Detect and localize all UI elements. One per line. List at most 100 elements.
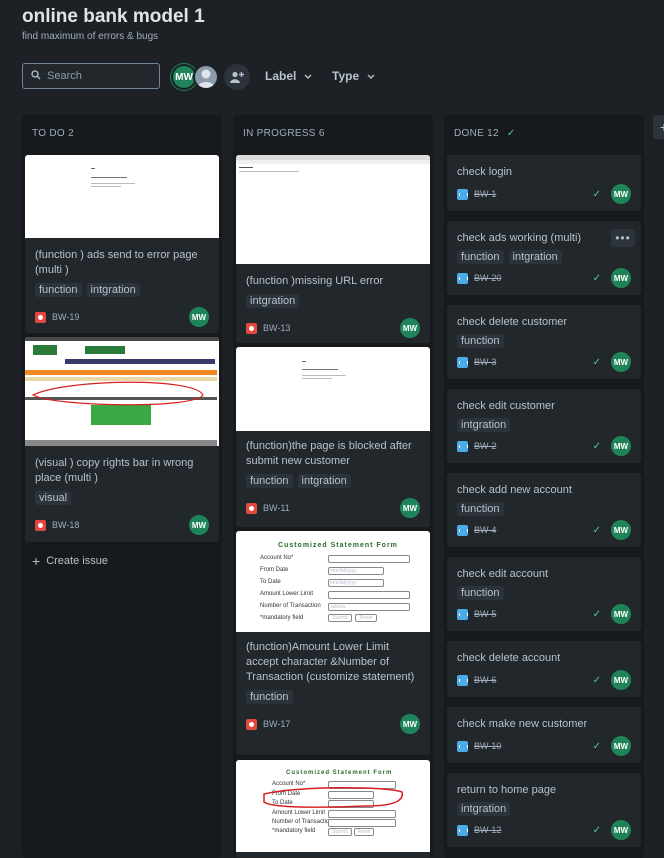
issue-card-bw-5[interactable]: check edit account function BW-5 ✓ MW xyxy=(447,557,641,631)
issue-key: BW-10 xyxy=(457,740,502,752)
issue-card-bw-1[interactable]: check login BW-1 ✓ MW xyxy=(447,155,641,211)
assignee-avatar[interactable]: MW xyxy=(611,436,631,456)
done-check-icon: ✓ xyxy=(592,824,601,836)
search-box[interactable] xyxy=(22,63,160,89)
issue-card-bw-10[interactable]: check make new customer BW-10 ✓ MW xyxy=(447,707,641,763)
assignee-avatar[interactable]: MW xyxy=(400,318,420,338)
issue-key-text: BW-11 xyxy=(263,503,290,513)
label-tag: intgration xyxy=(297,474,351,488)
issue-key-text: BW-2 xyxy=(474,441,497,451)
label-filter[interactable]: Label xyxy=(265,69,312,83)
issue-title: check add new account xyxy=(457,484,572,496)
user-icon xyxy=(197,69,215,88)
issue-key-text: BW-20 xyxy=(474,273,502,283)
attachment-thumbnail xyxy=(236,347,430,431)
label-tag: function xyxy=(35,283,82,297)
assignee-avatar[interactable]: MW xyxy=(611,352,631,372)
issue-card-bw-11[interactable]: (function)the page is blocked after subm… xyxy=(236,347,430,527)
issue-card-partial[interactable]: Customized Statement Form Account No* Fr… xyxy=(236,760,430,858)
task-icon xyxy=(457,272,468,284)
issue-key-text: BW-6 xyxy=(474,675,497,685)
issue-card-bw-20[interactable]: check ads working (multi) ••• function i… xyxy=(447,221,641,295)
column-todo: TO DO 2 (function ) ads send to error pa… xyxy=(22,115,222,858)
bug-icon xyxy=(246,322,257,334)
avatar-user[interactable] xyxy=(193,64,219,90)
done-check-icon: ✓ xyxy=(592,188,601,200)
task-icon xyxy=(457,608,468,620)
issue-card-bw-13[interactable]: (function )missing URL error intgration … xyxy=(236,155,430,343)
assignee-avatar[interactable]: MW xyxy=(611,268,631,288)
form-label: Amount Lower Limit xyxy=(260,591,314,597)
column-header-done: DONE 12 ✓ xyxy=(454,128,516,139)
assignee-avatar[interactable]: MW xyxy=(189,515,209,535)
column-header-todo: TO DO 2 xyxy=(32,128,74,139)
issue-card-bw-18[interactable]: (visual ) copy rights bar in wrong place… xyxy=(25,337,219,542)
issue-card-bw-6[interactable]: check delete account BW-6 ✓ MW xyxy=(447,641,641,697)
type-filter[interactable]: Type xyxy=(332,69,375,83)
issue-title: check delete account xyxy=(457,652,561,664)
assignee-avatar[interactable]: MW xyxy=(611,520,631,540)
attachment-thumbnail xyxy=(25,155,219,238)
assignee-avatar[interactable]: MW xyxy=(611,184,631,204)
issue-card-bw-17[interactable]: Customized Statement Form Account No* Fr… xyxy=(236,531,430,755)
form-value: mm/dd/yyyy xyxy=(328,567,384,575)
type-filter-text: Type xyxy=(332,69,360,83)
task-icon xyxy=(457,188,468,200)
issue-card-bw-3[interactable]: check delete customer function BW-3 ✓ MW xyxy=(447,305,641,379)
task-icon xyxy=(457,440,468,452)
assignee-avatar[interactable]: MW xyxy=(611,820,631,840)
issue-card-bw-19[interactable]: (function ) ads send to error page (mult… xyxy=(25,155,219,333)
assignee-avatar[interactable]: MW xyxy=(611,670,631,690)
issue-key: BW-4 xyxy=(457,524,496,536)
create-issue-button[interactable]: + Create issue xyxy=(32,553,108,569)
issue-card-bw-2[interactable]: check edit customer intgration BW-2 ✓ MW xyxy=(447,389,641,463)
issue-key: BW-13 xyxy=(246,322,291,334)
label-tag: intgration xyxy=(457,418,511,432)
bug-icon xyxy=(246,718,257,730)
issue-key-text: BW-5 xyxy=(474,609,497,619)
assignee-avatar[interactable]: MW xyxy=(189,307,209,327)
issue-title: (visual ) copy rights bar in wrong place… xyxy=(35,457,194,484)
attachment-thumbnail xyxy=(25,337,219,446)
search-input[interactable] xyxy=(47,70,147,82)
issue-card-bw-4[interactable]: check add new account function BW-4 ✓ MW xyxy=(447,473,641,547)
column-header-in-progress: IN PROGRESS 6 xyxy=(243,128,325,139)
issue-key-text: BW-13 xyxy=(263,323,291,333)
bug-icon xyxy=(35,311,46,323)
label-tag: function xyxy=(457,250,504,264)
done-check-icon: ✓ xyxy=(592,608,601,620)
done-check-icon: ✓ xyxy=(592,524,601,536)
add-people-button[interactable] xyxy=(224,64,250,90)
issue-key-text: BW-10 xyxy=(474,741,502,751)
project-subtitle: find maximum of errors & bugs xyxy=(22,31,159,42)
task-icon xyxy=(457,824,468,836)
label-filter-text: Label xyxy=(265,69,297,83)
issue-title: (function )missing URL error xyxy=(246,275,384,287)
label-tag: function xyxy=(246,474,293,488)
assignee-avatar[interactable]: MW xyxy=(400,714,420,734)
task-icon xyxy=(457,356,468,368)
issue-key-text: BW-19 xyxy=(52,312,80,322)
label-tag: function xyxy=(457,334,504,348)
issue-title: check edit customer xyxy=(457,400,555,412)
chevron-down-icon xyxy=(367,69,375,83)
issue-card-bw-12[interactable]: return to home page intgration BW-12 ✓ MW xyxy=(447,773,641,847)
attachment-thumbnail xyxy=(236,155,430,264)
plus-icon: + xyxy=(32,553,41,569)
assignee-avatar[interactable]: MW xyxy=(611,736,631,756)
column-in-progress: IN PROGRESS 6 (function )missing URL err… xyxy=(233,115,433,858)
assignee-avatar[interactable]: MW xyxy=(611,604,631,624)
issue-title: return to home page xyxy=(457,784,557,796)
add-column-button[interactable]: + xyxy=(653,115,664,139)
issue-key-text: BW-17 xyxy=(263,719,291,729)
column-title: IN PROGRESS 6 xyxy=(243,128,325,139)
label-tag: function xyxy=(246,690,293,704)
done-check-icon: ✓ xyxy=(592,740,601,752)
issue-key-text: BW-1 xyxy=(474,189,497,199)
attachment-thumbnail: Customized Statement Form Account No* Fr… xyxy=(236,760,430,852)
issue-key: BW-20 xyxy=(457,272,502,284)
assignee-avatar[interactable]: MW xyxy=(400,498,420,518)
form-value: Reset xyxy=(355,614,377,622)
done-check-icon: ✓ xyxy=(592,674,601,686)
more-options-button[interactable]: ••• xyxy=(611,229,635,247)
